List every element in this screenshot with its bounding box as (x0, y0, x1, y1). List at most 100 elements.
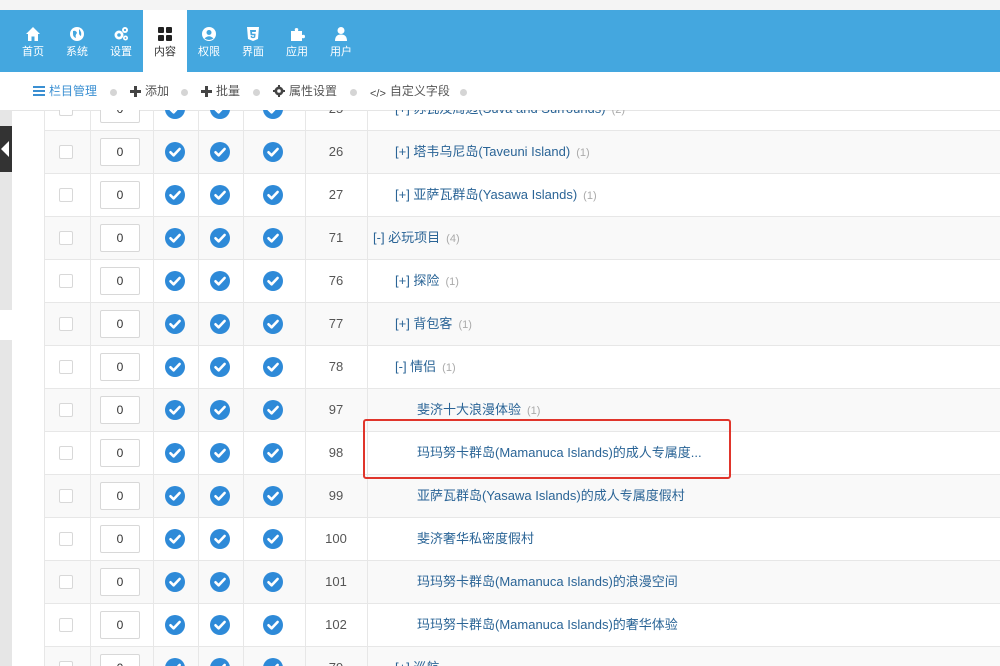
toolbar-batch[interactable]: 批量 (201, 83, 240, 99)
category-name-link[interactable]: [+] 塔韦乌尼岛(Taveuni Island) (1) (395, 143, 590, 162)
category-name-link[interactable]: 玛玛努卡群岛(Mamanuca Islands)的浪漫空间 (417, 573, 678, 591)
check-circle-icon[interactable] (263, 658, 283, 666)
sort-order-input[interactable]: 0 (100, 396, 140, 424)
sidebar-toggle-button[interactable] (0, 126, 12, 172)
check-circle-icon[interactable] (210, 658, 230, 666)
check-circle-icon[interactable] (263, 185, 283, 205)
row-checkbox[interactable] (59, 360, 73, 374)
check-circle-icon[interactable] (165, 357, 185, 377)
nav-item-interface[interactable]: 界面 (231, 10, 275, 72)
sort-order-input[interactable]: 0 (100, 611, 140, 639)
check-circle-icon[interactable] (263, 228, 283, 248)
check-circle-icon[interactable] (165, 572, 185, 592)
check-circle-icon[interactable] (263, 615, 283, 635)
row-checkbox[interactable] (59, 403, 73, 417)
check-circle-icon[interactable] (263, 110, 283, 119)
category-name-link[interactable]: [-] 必玩项目 (4) (373, 229, 460, 248)
sort-order-input[interactable]: 0 (100, 267, 140, 295)
row-checkbox[interactable] (59, 145, 73, 159)
row-checkbox[interactable] (59, 618, 73, 632)
nav-item-settings[interactable]: 设置 (99, 10, 143, 72)
select-cell (45, 518, 91, 560)
row-checkbox[interactable] (59, 575, 73, 589)
category-name-link[interactable]: [-] 情侣 (1) (395, 358, 456, 377)
nav-item-content[interactable]: 内容 (143, 10, 187, 72)
nav-item-permissions[interactable]: 权限 (187, 10, 231, 72)
toolbar-attribute-settings[interactable]: 属性设置 (273, 83, 337, 99)
nav-item-apps[interactable]: 应用 (275, 10, 319, 72)
category-name-link[interactable]: 亚萨瓦群岛(Yasawa Islands)的成人专属度假村 (417, 487, 685, 505)
check-circle-icon[interactable] (165, 443, 185, 463)
check-circle-icon[interactable] (165, 400, 185, 420)
row-checkbox[interactable] (59, 661, 73, 666)
check-circle-icon[interactable] (263, 142, 283, 162)
check-circle-icon[interactable] (210, 486, 230, 506)
category-name-link[interactable]: 斐济十大浪漫体验 (1) (417, 401, 540, 420)
sort-order-input[interactable]: 0 (100, 224, 140, 252)
category-name-link[interactable]: 玛玛努卡群岛(Mamanuca Islands)的奢华体验 (417, 616, 678, 634)
check-circle-icon[interactable] (263, 357, 283, 377)
check-circle-icon[interactable] (210, 314, 230, 334)
check-circle-icon[interactable] (263, 443, 283, 463)
check-circle-icon[interactable] (210, 142, 230, 162)
category-name-link[interactable]: [+] 苏瓦及周边(Suva and Surrounds)(2) (395, 110, 625, 119)
toolbar-category-manage[interactable]: 栏目管理 (33, 83, 97, 99)
check-circle-icon[interactable] (165, 271, 185, 291)
category-name-link[interactable]: [+] 背包客 (1) (395, 315, 472, 334)
check-circle-icon[interactable] (210, 400, 230, 420)
check-circle-icon[interactable] (263, 486, 283, 506)
check-circle-icon[interactable] (165, 185, 185, 205)
category-name-link[interactable]: [+] 亚萨瓦群岛(Yasawa Islands) (1) (395, 186, 597, 205)
check-circle-icon[interactable] (165, 142, 185, 162)
sort-order-input[interactable]: 0 (100, 110, 140, 123)
row-checkbox[interactable] (59, 231, 73, 245)
check-circle-icon[interactable] (210, 443, 230, 463)
row-checkbox[interactable] (59, 532, 73, 546)
nav-item-users[interactable]: 用户 (319, 10, 363, 72)
check-circle-icon[interactable] (210, 572, 230, 592)
check-circle-icon[interactable] (165, 615, 185, 635)
sort-order-input[interactable]: 0 (100, 654, 140, 666)
check-circle-icon[interactable] (165, 314, 185, 334)
sort-order-input[interactable]: 0 (100, 525, 140, 553)
check-circle-icon[interactable] (263, 271, 283, 291)
check-circle-icon[interactable] (210, 271, 230, 291)
check-circle-icon[interactable] (165, 658, 185, 666)
nav-item-home[interactable]: 首页 (11, 10, 55, 72)
check-circle-icon[interactable] (210, 110, 230, 119)
toolbar-custom-fields[interactable]: </> 自定义字段 (370, 83, 450, 102)
check-circle-icon[interactable] (210, 615, 230, 635)
toolbar-add[interactable]: 添加 (130, 83, 169, 99)
check-circle-icon[interactable] (165, 228, 185, 248)
sort-order-input[interactable]: 0 (100, 439, 140, 467)
row-checkbox[interactable] (59, 446, 73, 460)
check-circle-icon[interactable] (263, 400, 283, 420)
check-circle-icon[interactable] (165, 110, 185, 119)
category-name-link[interactable]: [+] 探险 (1) (395, 272, 459, 291)
check-circle-icon[interactable] (165, 529, 185, 549)
sort-order-input[interactable]: 0 (100, 181, 140, 209)
check-circle-icon[interactable] (263, 529, 283, 549)
row-checkbox[interactable] (59, 274, 73, 288)
sort-order-input[interactable]: 0 (100, 138, 140, 166)
sort-order-input[interactable]: 0 (100, 310, 140, 338)
row-checkbox[interactable] (59, 317, 73, 331)
sort-order-input[interactable]: 0 (100, 353, 140, 381)
check-circle-icon[interactable] (210, 185, 230, 205)
check-circle-icon[interactable] (210, 529, 230, 549)
sort-order-input[interactable]: 0 (100, 568, 140, 596)
check-circle-icon[interactable] (263, 314, 283, 334)
category-name-link[interactable]: 玛玛努卡群岛(Mamanuca Islands)的成人专属度... (417, 444, 702, 462)
nav-item-system[interactable]: 系统 (55, 10, 99, 72)
check-circle-icon[interactable] (263, 572, 283, 592)
check-circle-icon[interactable] (210, 228, 230, 248)
check-circle-icon[interactable] (165, 486, 185, 506)
row-checkbox[interactable] (59, 188, 73, 202)
check-circle-icon[interactable] (210, 357, 230, 377)
sort-order-input[interactable]: 0 (100, 482, 140, 510)
row-checkbox[interactable] (59, 110, 73, 116)
row-checkbox[interactable] (59, 489, 73, 503)
table-row: 0 71 [-] 必玩项目 (4) (45, 217, 1000, 260)
category-name-link[interactable]: 斐济奢华私密度假村 (417, 530, 534, 548)
category-name-link[interactable]: [+] 巡航 (395, 659, 439, 666)
